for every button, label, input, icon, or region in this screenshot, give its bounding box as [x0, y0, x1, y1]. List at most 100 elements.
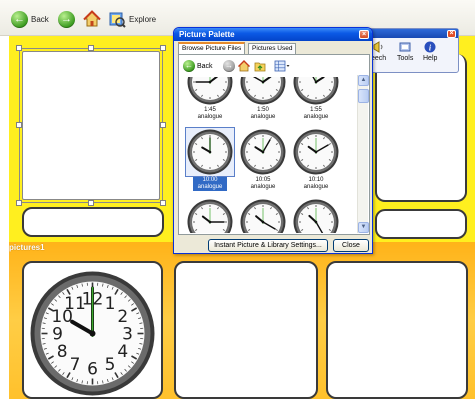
- dialog-title[interactable]: Picture Palette: [174, 28, 372, 41]
- clock-thumbnail[interactable]: 1:50 analogue: [237, 77, 289, 121]
- scroll-up-button[interactable]: ▲: [358, 75, 369, 86]
- clock-thumbnail-icon: [187, 129, 233, 175]
- clock-thumbnail[interactable]: [290, 197, 342, 233]
- application-window: ← Back → Explore × eech Tools i Help pic…: [0, 0, 475, 399]
- resize-handle[interactable]: [16, 122, 22, 128]
- clock-center-pin: [89, 330, 96, 337]
- back-arrow-icon: ←: [183, 60, 195, 72]
- back-arrow-icon: ←: [11, 10, 28, 28]
- picture-cell-bottom-right[interactable]: [326, 261, 468, 399]
- picture-cell-top-right[interactable]: [375, 54, 467, 202]
- help-button[interactable]: i Help: [423, 41, 437, 62]
- picture-palette-dialog: Picture Palette × Browse Picture Files P…: [173, 27, 373, 254]
- scroll-thumb[interactable]: [358, 89, 369, 103]
- vertical-scrollbar[interactable]: ▲ ▼: [357, 75, 369, 233]
- speech-icon: [373, 41, 383, 53]
- view-options-icon[interactable]: [274, 60, 290, 72]
- explore-icon: [109, 12, 126, 28]
- clock-number: 5: [105, 355, 116, 375]
- thumbnail-frame: [238, 127, 288, 177]
- caption-box-left[interactable]: [22, 207, 164, 237]
- clock-thumbnail-icon: [293, 129, 339, 175]
- dialog-close-button[interactable]: ×: [359, 30, 369, 39]
- clock-thumbnail[interactable]: 1:55 analogue: [290, 77, 342, 121]
- instant-picture-settings-button[interactable]: Instant Picture & Library Settings...: [208, 239, 328, 252]
- home-button[interactable]: [83, 9, 101, 29]
- clock-number: 4: [117, 342, 128, 362]
- thumbnail-frame: [291, 127, 341, 177]
- thumbnail-frame: [185, 127, 235, 177]
- folder-up-icon[interactable]: [254, 60, 266, 72]
- clock-thumbnail[interactable]: 10:00 analogue: [184, 127, 236, 191]
- resize-handle[interactable]: [88, 45, 94, 51]
- clock-thumbnail-icon: [240, 77, 286, 105]
- thumbnail-label: 10:00 analogue: [193, 177, 227, 191]
- clock-thumbnail-icon: [293, 199, 339, 233]
- thumbnail-frame: [291, 197, 341, 233]
- resize-handle[interactable]: [160, 200, 166, 206]
- thumbnail-label: 1:55 analogue: [303, 107, 329, 120]
- picture-cell-top-left[interactable]: [22, 51, 160, 200]
- thumbnail-frame: [291, 77, 341, 107]
- thumbnail-frame: [185, 77, 235, 107]
- clock-center-pin: [261, 80, 265, 84]
- clock-center-pin: [314, 220, 318, 224]
- clock-number: 1: [105, 294, 116, 314]
- clock-thumbnail[interactable]: [184, 197, 236, 233]
- strip-label: pictures1: [9, 243, 45, 252]
- caption-box-right[interactable]: [375, 209, 467, 239]
- back-button[interactable]: ← Back: [11, 9, 49, 29]
- clock-thumbnail-icon: [240, 129, 286, 175]
- speech-button[interactable]: eech: [371, 41, 386, 62]
- floating-toolbar-titlebar[interactable]: [365, 29, 458, 38]
- clock-thumbnail-icon: [293, 77, 339, 105]
- clock-thumbnail[interactable]: 10:10 analogue: [290, 127, 342, 191]
- resize-handle[interactable]: [16, 45, 22, 51]
- forward-button[interactable]: →: [58, 9, 75, 29]
- clock-thumbnail[interactable]: 1:45 analogue: [184, 77, 236, 121]
- clock-center-pin: [208, 220, 212, 224]
- thumbnail-label: 1:45 analogue: [197, 107, 223, 120]
- clock-picture[interactable]: 111212345678910: [29, 270, 156, 397]
- tab-browse-picture-files[interactable]: Browse Picture Files: [178, 42, 246, 54]
- close-button[interactable]: Close: [333, 239, 369, 252]
- clock-center-pin: [261, 150, 265, 154]
- clock-thumbnail-icon: [187, 77, 233, 105]
- clock-number: 6: [87, 360, 98, 380]
- clock-number: 7: [70, 355, 81, 375]
- thumbnail-frame: [238, 197, 288, 233]
- clock-number: 10: [51, 307, 73, 327]
- picture-cell-bottom-middle[interactable]: [174, 261, 318, 399]
- clock-center-pin: [208, 150, 212, 154]
- palette-back-button[interactable]: ← Back: [183, 60, 213, 72]
- clock-number: 8: [57, 342, 68, 362]
- tab-pictures-used[interactable]: Pictures Used: [248, 43, 297, 54]
- clock-center-pin: [314, 150, 318, 154]
- home-icon: [83, 10, 101, 27]
- explore-label: Explore: [129, 14, 157, 24]
- home-icon[interactable]: [238, 60, 250, 72]
- browse-panel: ← Back → 1:45 analogue 1:50 analogue 1:55 …: [178, 54, 370, 235]
- clock-thumbnail[interactable]: 10:05 analogue: [237, 127, 289, 191]
- scroll-down-button[interactable]: ▼: [358, 222, 369, 233]
- back-label: Back: [31, 14, 49, 24]
- thumbnail-frame: [238, 77, 288, 107]
- thumbnail-label: 10:05 analogue: [250, 177, 276, 190]
- tools-button[interactable]: Tools: [397, 41, 413, 62]
- forward-arrow-icon: →: [58, 10, 75, 28]
- forward-arrow-icon[interactable]: →: [223, 60, 235, 72]
- floating-toolbar-close-button[interactable]: ×: [447, 30, 456, 38]
- explore-button[interactable]: Explore: [108, 9, 156, 29]
- clock-center-pin: [314, 80, 318, 84]
- resize-handle[interactable]: [88, 200, 94, 206]
- clock-center-pin: [261, 220, 265, 224]
- resize-handle[interactable]: [160, 45, 166, 51]
- floating-toolbar: × eech Tools i Help: [364, 28, 459, 73]
- thumbnail-label: 10:10 analogue: [303, 177, 329, 190]
- clock-number: 9: [52, 325, 63, 345]
- resize-handle[interactable]: [160, 122, 166, 128]
- clock-thumbnail[interactable]: [237, 197, 289, 233]
- help-icon: i: [424, 41, 436, 53]
- thumbnail-frame: [185, 197, 235, 233]
- resize-handle[interactable]: [16, 200, 22, 206]
